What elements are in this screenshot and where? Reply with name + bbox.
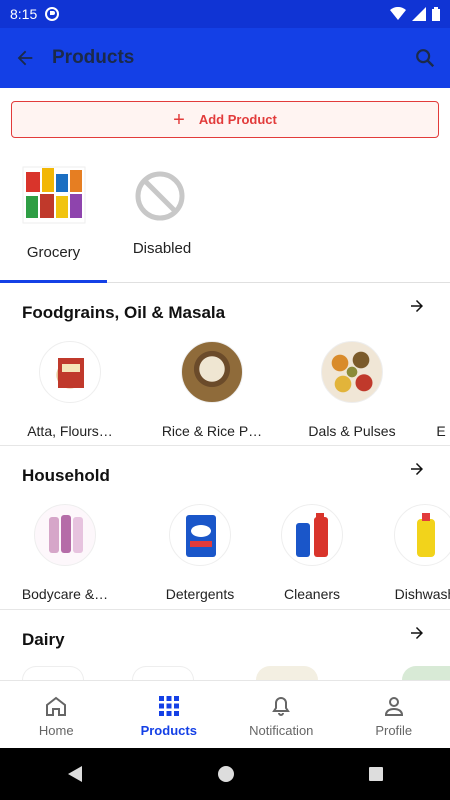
section-household: Household Bodycare &… Detergents Cleaner… [0, 446, 450, 610]
system-recents-icon[interactable] [368, 766, 384, 782]
arrow-right-icon[interactable] [408, 297, 426, 315]
back-arrow-icon[interactable] [14, 47, 36, 69]
grid-icon [158, 696, 179, 716]
system-home-icon[interactable] [217, 765, 235, 783]
signal-icon [412, 7, 426, 21]
section-title: Foodgrains, Oil & Masala [22, 303, 226, 322]
add-product-label: Add Product [198, 112, 277, 127]
item-label: Cleaners [283, 586, 341, 602]
wifi-icon [390, 7, 406, 20]
tab-disabled[interactable]: Disabled [107, 160, 217, 282]
item-label: Detergents [165, 586, 235, 602]
status-bar: 8:15 [0, 0, 450, 28]
section-foodgrains: Foodgrains, Oil & Masala Atta, Flours… R… [0, 283, 450, 446]
tab-label: Grocery [26, 244, 81, 261]
grocery-image [22, 166, 86, 224]
section-title: Household [22, 466, 110, 485]
dishwash-image [394, 504, 450, 566]
dals-image [321, 341, 383, 403]
nav-label: Profile [375, 723, 413, 738]
system-navigation-bar [0, 748, 450, 800]
dairy-item-peek [22, 666, 84, 680]
search-icon[interactable] [414, 47, 436, 69]
tab-grocery[interactable]: Grocery [0, 160, 107, 282]
cleaners-image [281, 504, 343, 566]
nav-label: Notification [249, 723, 314, 738]
list-item[interactable]: Detergents [140, 504, 260, 602]
bottom-navigation: Home Products Notification Profile [0, 680, 450, 748]
plus-icon: + [173, 108, 185, 131]
nav-home[interactable]: Home [0, 681, 113, 748]
battery-icon [432, 7, 440, 21]
atta-image [39, 341, 101, 403]
status-time: 8:15 [10, 6, 38, 22]
dairy-item-peek [256, 666, 318, 680]
item-label: Atta, Flours… [27, 423, 113, 439]
item-label: Dishwash [394, 586, 450, 602]
app-bar: Products [0, 28, 450, 88]
nav-label: Products [140, 723, 197, 738]
item-label: Rice & Rice P… [161, 423, 263, 439]
nav-products[interactable]: Products [113, 681, 226, 748]
disabled-icon [135, 171, 185, 221]
arrow-right-icon[interactable] [408, 624, 426, 642]
section-dairy: Dairy [0, 610, 450, 680]
list-item[interactable]: Atta, Flours… [10, 341, 130, 439]
tab-label: Disabled [132, 240, 192, 257]
home-icon [46, 696, 67, 716]
nav-notification[interactable]: Notification [225, 681, 338, 748]
item-label: E [436, 423, 446, 439]
arrow-right-icon[interactable] [408, 460, 426, 478]
dairy-item-peek [132, 666, 194, 680]
rice-image [181, 341, 243, 403]
category-tabs: Grocery Disabled [0, 160, 450, 283]
dairy-item-peek [402, 666, 450, 680]
list-item[interactable]: Rice & Rice P… [152, 341, 272, 439]
item-label: Bodycare &… [21, 586, 109, 602]
profile-icon [384, 697, 403, 716]
app-notification-icon [45, 7, 60, 21]
page-title: Products [52, 47, 135, 68]
nav-label: Home [38, 723, 74, 738]
list-item[interactable]: Bodycare &… [5, 504, 125, 602]
add-product-button[interactable]: + Add Product [11, 101, 439, 138]
bell-icon [272, 696, 291, 716]
list-item[interactable]: Cleaners [252, 504, 372, 602]
list-item[interactable]: E [381, 341, 450, 439]
bodycare-image [34, 504, 96, 566]
section-title: Dairy [22, 630, 65, 649]
list-item[interactable]: Dishwash [365, 504, 450, 602]
detergent-image [169, 504, 231, 566]
system-back-icon[interactable] [66, 765, 84, 783]
nav-profile[interactable]: Profile [338, 681, 450, 748]
